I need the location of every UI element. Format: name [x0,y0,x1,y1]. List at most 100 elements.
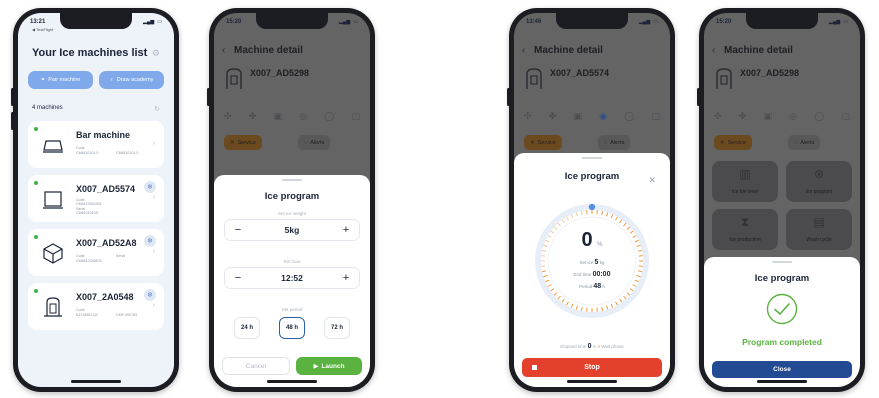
wrench-icon: ✕ [530,139,535,146]
end-time-row: End time 00:00 [573,271,611,278]
close-button[interactable]: Close [712,361,852,378]
service-tab[interactable]: ✕ Service [224,135,262,150]
program-icon[interactable]: ◉ [599,111,607,122]
stop-button[interactable]: Stop [522,358,662,377]
bell-icon: ◌ [604,139,608,146]
close-icon[interactable]: ✕ [648,175,656,186]
home-indicator [757,380,807,383]
machine-name: X007_AD5574 [550,68,610,78]
progress-percent: 0 [581,229,593,251]
draw-academy-button[interactable]: ♆ Draw academy [99,71,164,89]
fan-icon[interactable]: ✤ [549,111,557,122]
machine-card-bar-machine[interactable]: Bar machine Code CM6110101-0 CM6110101-0… [28,121,164,168]
page-title: Machine detail [724,45,793,56]
back-chevron-icon[interactable]: ‹ [522,45,525,56]
machine-serial-value: CM6101010S [76,211,98,215]
bell-icon: ◌ [304,139,308,146]
sheet-grab-handle[interactable] [772,261,792,263]
pair-machine-button[interactable]: ⚭ Pair machine [28,71,93,89]
snowflake-icon[interactable]: ✣ [224,111,232,122]
online-status-dot [34,235,38,239]
signal-icon: ▂▄▆ [639,19,651,25]
status-time: 15:20 [716,19,732,25]
drop-icon[interactable]: ◯ [814,111,824,122]
machine-code-value: EZ198DD-Q0 [76,313,98,317]
dial-tick [601,211,604,216]
wash-icon[interactable]: ▢ [841,111,850,122]
drop-icon[interactable]: ◯ [324,111,334,122]
sheet-title: Ice program [264,191,320,202]
program-icon[interactable]: ◎ [299,111,307,122]
home-indicator [267,380,317,383]
wash-icon[interactable]: ▢ [351,111,360,122]
status-bar: 15:20 ▂▄▆ ▭ [716,16,848,28]
machine-serial-value: CMF-990783 [116,313,137,317]
home-indicator [567,380,617,383]
flat-machine-icon [43,140,63,153]
stop-square-icon [532,365,537,370]
set-ice-row: Set ice 5 kg [579,259,605,266]
program-icon[interactable]: ◎ [789,111,797,122]
snowflake-icon[interactable]: ✣ [714,111,722,122]
period-72h-option[interactable]: 72 h [324,317,350,339]
machine-card-x007-2a0548[interactable]: X007_2A0548 Code EZ198DD-Q0 CMF-990783 ❄… [28,283,164,330]
machine-code-value: CM6123304301 [76,202,102,206]
refresh-icon[interactable]: ↻ [154,105,160,113]
drop-icon[interactable]: ◯ [624,111,634,122]
tile-ice-bin-level[interactable]: ▥ Ice bin level [712,161,778,202]
settings-gear-icon[interactable]: ⚙ [152,48,160,59]
dial-tick [580,211,583,216]
signal-icon: ▂▄▆ [143,19,155,25]
academy-icon: ♆ [109,77,114,83]
battery-icon: ▭ [653,19,658,25]
online-status-dot [34,289,38,293]
back-chevron-icon[interactable]: ‹ [712,45,715,56]
elapsed-time-row: Elapsed time 0 m ⏸ Wait phase [560,343,624,350]
sheet-grab-handle[interactable] [282,179,302,181]
period-row: Period 48 h [579,283,605,290]
alerts-tab[interactable]: ◌ Alerts [298,135,331,150]
ice-weight-value: 5kg [284,225,300,235]
fan-icon[interactable]: ✤ [249,111,257,122]
tile-wash-cycle[interactable]: ▤ Wash cycle [786,209,852,250]
increase-hour-button[interactable]: + [340,272,352,284]
machine-name: X007_AD5574 [76,184,136,194]
snowflake-icon: ❄ [144,235,156,247]
machine-code-label: Code [76,254,85,258]
snowflake-icon: ❄ [144,181,156,193]
bin-icon: ▥ [739,167,751,181]
dial-tick [557,222,561,227]
decrease-weight-button[interactable]: − [232,224,244,236]
bin-icon[interactable]: ▣ [763,111,772,122]
wash-icon[interactable]: ▢ [651,111,660,122]
cancel-button[interactable]: Cancel [222,357,290,375]
back-chevron-icon[interactable]: ‹ [222,45,225,56]
machine-icon [226,68,242,89]
service-tab[interactable]: ✕ Service [524,135,562,150]
increase-weight-button[interactable]: + [340,224,352,236]
machine-icon [716,68,732,89]
alerts-tab[interactable]: ◌ Alerts [598,135,631,150]
wash-icon: ▤ [813,215,825,229]
bin-icon[interactable]: ▣ [573,111,582,122]
page-title: Machine detail [534,45,603,56]
sheet-grab-handle[interactable] [582,157,602,159]
tile-ice-program[interactable]: ⊛ Ice program [786,161,852,202]
page-title: Machine detail [234,45,303,56]
machine-card-x007-ad5574[interactable]: X007_AD5574 Code CM6123304301 Serial CM6… [28,175,164,222]
status-bar: 13:46 ▂▄▆ ▭ [526,16,658,28]
dial-tick [545,279,550,283]
service-tab[interactable]: ✕ Service [714,135,752,150]
tile-ice-production[interactable]: ⧗ Ice production [712,209,778,250]
period-48h-option[interactable]: 48 h [279,317,305,339]
snowflake-icon[interactable]: ✣ [524,111,532,122]
bin-icon[interactable]: ▣ [273,111,282,122]
machine-card-x007-ad52a8[interactable]: X007_AD52A8 Code CM6612345678 Serial ❄ › [28,229,164,276]
status-time: 13:21 [30,19,46,25]
dial-tick [619,298,623,303]
launch-button[interactable]: ▶ Launch [296,357,362,375]
period-24h-option[interactable]: 24 h [234,317,260,339]
decrease-hour-button[interactable]: − [232,272,244,284]
alerts-tab[interactable]: ◌ Alerts [788,135,821,150]
fan-icon[interactable]: ✤ [739,111,747,122]
